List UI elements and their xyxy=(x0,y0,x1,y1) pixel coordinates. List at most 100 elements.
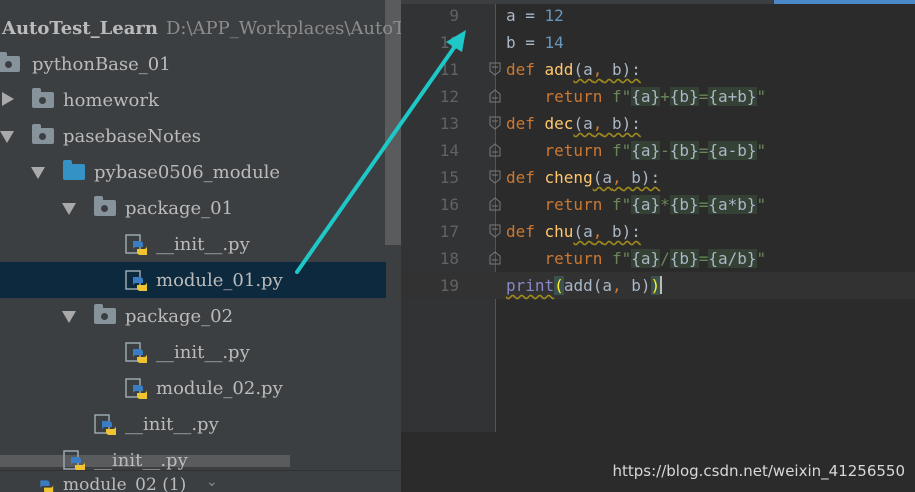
code-token: (a xyxy=(592,168,612,187)
tree-root[interactable]: AutoTest_Learn D:\APP_Workplaces\AutoTe xyxy=(0,10,401,46)
line-number: 15 xyxy=(439,168,459,187)
tree-item-init-py[interactable]: __init__.py xyxy=(0,406,386,442)
tree-item-label: __init__.py xyxy=(156,234,250,255)
tree-item-module02-py[interactable]: module_02.py xyxy=(0,370,386,406)
code-line[interactable]: 14 return f"{a}-{b}={a-b}" xyxy=(401,137,915,164)
code-line[interactable]: 10 b = 14 xyxy=(401,29,915,56)
expand-arrow-icon[interactable] xyxy=(2,92,14,106)
code-token: return xyxy=(544,141,612,160)
code-token: def xyxy=(506,114,545,133)
code-token: {a+b} xyxy=(708,87,757,106)
root-name: AutoTest_Learn xyxy=(2,18,158,39)
code-token: a = xyxy=(506,6,545,25)
code-token: " xyxy=(756,195,767,214)
tree-item-label: __init__.py xyxy=(94,450,188,471)
code-token: b) xyxy=(621,276,651,295)
code-token: return xyxy=(544,249,612,268)
code-line[interactable]: 12 return f"{a}+{b}={a+b}" xyxy=(401,83,915,110)
bottom-tab-label[interactable]: module_02 (1) xyxy=(63,475,186,492)
tree-item-label: __init__.py xyxy=(156,342,250,363)
code-line[interactable]: 16 return f"{a}*{b}={a*b}" xyxy=(401,191,915,218)
line-number: 12 xyxy=(439,87,459,106)
code-line[interactable]: 9 a = 12 xyxy=(401,2,915,29)
code-line[interactable]: 15 def cheng(a, b): xyxy=(401,164,915,191)
code-text: return f"{a}*{b}={a*b}" xyxy=(506,195,766,214)
code-token: add xyxy=(544,60,574,79)
tree-item-package01[interactable]: package_01 xyxy=(0,190,386,226)
code-line[interactable]: 11 def add(a, b): xyxy=(401,56,915,83)
code-token: {b} xyxy=(669,87,699,106)
tree-item-label: __init__.py xyxy=(125,414,219,435)
code-token: add(a xyxy=(563,276,612,295)
code-token: * xyxy=(660,195,670,214)
tree-item-label: homework xyxy=(63,90,159,111)
code-token: f" xyxy=(611,87,632,106)
line-number: 11 xyxy=(439,60,459,79)
code-token: , xyxy=(592,60,603,79)
code-line[interactable]: 19 print(add(a, b)) xyxy=(401,272,915,299)
code-line[interactable]: 17 def chu(a, b): xyxy=(401,218,915,245)
fold-end-icon[interactable] xyxy=(489,197,501,211)
fold-end-icon[interactable] xyxy=(489,143,501,157)
tree-item-label: pythonBase_01 xyxy=(32,54,171,75)
code-token: , xyxy=(611,168,622,187)
tree-item-pythonbase01[interactable]: pythonBase_01 xyxy=(0,46,386,82)
code-text: return f"{a}-{b}={a-b}" xyxy=(506,141,766,160)
code-token: + xyxy=(660,87,670,106)
fold-collapse-icon[interactable] xyxy=(489,116,501,130)
text-caret xyxy=(660,276,663,294)
package-icon xyxy=(94,304,116,324)
collapse-arrow-icon[interactable] xyxy=(31,167,45,179)
line-number: 13 xyxy=(439,114,459,133)
tree-item-package02[interactable]: package_02 xyxy=(0,298,386,334)
code-token: {a} xyxy=(631,195,661,214)
code-token: cheng xyxy=(544,168,593,187)
fold-end-icon[interactable] xyxy=(489,251,501,265)
code-text: def chu(a, b): xyxy=(506,222,641,241)
code-token: return xyxy=(544,195,612,214)
code-token: chu xyxy=(544,222,574,241)
code-token: , xyxy=(592,222,603,241)
tree-item-pasebasenotes[interactable]: pasebaseNotes xyxy=(0,118,386,154)
code-line[interactable]: 18 return f"{a}/{b}={a/b}" xyxy=(401,245,915,272)
fold-end-icon[interactable] xyxy=(489,89,501,103)
line-number: 9 xyxy=(449,6,459,25)
chevron-down-icon[interactable]: ⌄ xyxy=(206,474,218,490)
code-token: {b} xyxy=(669,195,699,214)
tree-item-homework[interactable]: homework xyxy=(0,82,386,118)
tree-item-init-py[interactable]: __init__.py xyxy=(0,226,386,262)
tree-item-label: pasebaseNotes xyxy=(63,126,201,147)
line-number: 10 xyxy=(439,33,459,52)
tree-item-init-py[interactable]: __init__.py xyxy=(0,334,386,370)
fold-collapse-icon[interactable] xyxy=(489,62,501,76)
tree-item-module01-py[interactable]: module_01.py xyxy=(0,262,386,298)
collapse-arrow-icon[interactable] xyxy=(0,131,14,143)
folder-icon xyxy=(32,124,54,144)
code-token: " xyxy=(756,249,767,268)
package-icon xyxy=(94,196,116,216)
code-token: = xyxy=(698,87,709,106)
collapse-arrow-icon[interactable] xyxy=(62,311,76,323)
code-token: b): xyxy=(602,222,641,241)
tree-item-label: package_01 xyxy=(125,198,234,219)
code-token: def xyxy=(506,60,545,79)
root-path: D:\APP_Workplaces\AutoTe xyxy=(165,18,401,39)
code-text: return f"{a}+{b}={a+b}" xyxy=(506,87,766,106)
code-text: a = 12 xyxy=(506,6,564,25)
fold-collapse-icon[interactable] xyxy=(489,170,501,184)
tree-item-pybase0506-module[interactable]: pybase0506_module xyxy=(0,154,386,190)
code-editor[interactable]: 9a = 12 10 b = 14 11 def add(a, b): 12 return… xyxy=(401,0,915,492)
code-token: {a} xyxy=(631,141,661,160)
code-token: {a} xyxy=(631,87,661,106)
source-folder-icon xyxy=(63,160,85,180)
collapse-arrow-icon[interactable] xyxy=(62,203,76,215)
fold-collapse-icon[interactable] xyxy=(489,224,501,238)
python-file-icon xyxy=(125,234,147,255)
tree-item-label: module_02.py xyxy=(156,378,283,399)
code-token: (a xyxy=(573,114,593,133)
code-line[interactable]: 13 def dec(a, b): xyxy=(401,110,915,137)
tree-item-label: pybase0506_module xyxy=(94,162,281,183)
code-token: - xyxy=(660,141,670,160)
code-token: f" xyxy=(611,195,632,214)
